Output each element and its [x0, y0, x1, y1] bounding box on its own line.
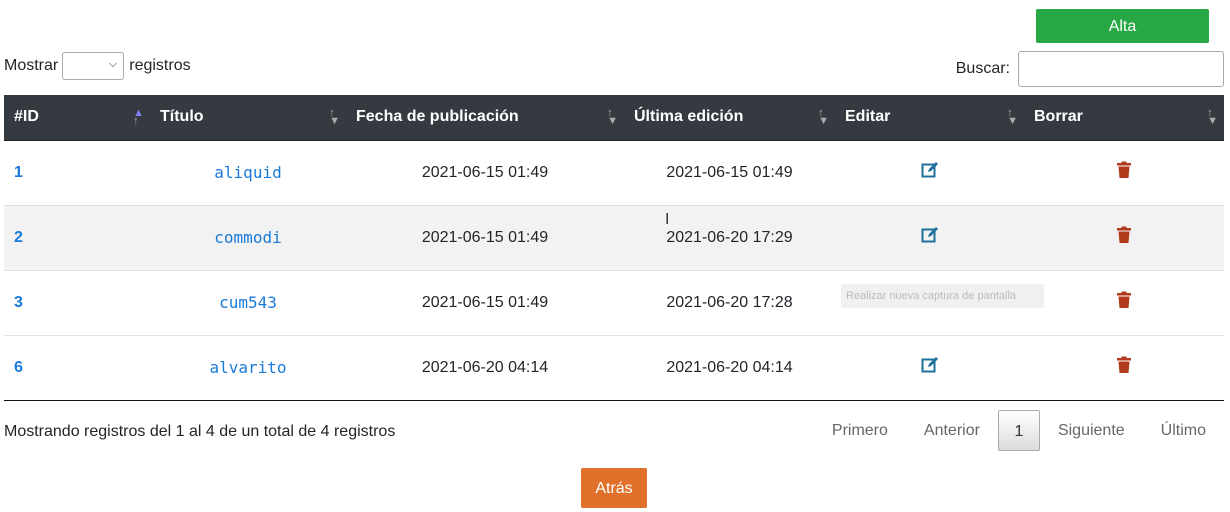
table-row: 2 commodi 2021-06-15 01:49 2021-06-20 17…: [4, 205, 1224, 270]
alta-button[interactable]: Alta: [1036, 9, 1209, 43]
pager-prev[interactable]: Anterior: [906, 410, 998, 451]
row-title-link[interactable]: commodi: [214, 228, 281, 247]
row-published: 2021-06-15 01:49: [421, 163, 549, 181]
length-suffix: registros: [129, 57, 191, 74]
sort-icon: ↑ ▼: [1007, 107, 1018, 127]
table-info: Mostrando registros del 1 al 4 de un tot…: [4, 423, 396, 440]
length-prefix: Mostrar: [4, 57, 59, 74]
sort-icon: ▲ ↑: [133, 107, 144, 127]
trash-icon[interactable]: [1115, 291, 1133, 309]
row-edited: 2021-06-15 01:49: [666, 163, 793, 181]
col-edited-header[interactable]: Última edición ↑ ▼: [624, 95, 835, 141]
row-published: 2021-06-15 01:49: [421, 293, 549, 311]
trash-icon[interactable]: [1115, 226, 1133, 244]
table-row: 6 alvarito 2021-06-20 04:14 2021-06-20 0…: [4, 335, 1224, 400]
length-control: Mostrar ⌵ registros: [4, 52, 191, 80]
text-cursor-icon: I: [665, 211, 670, 228]
sort-icon: ↑ ▼: [607, 107, 618, 127]
row-edited: 2021-06-20 04:14: [666, 358, 793, 376]
col-edit-header[interactable]: Editar ↑ ▼: [835, 95, 1024, 141]
pager-next[interactable]: Siguiente: [1040, 410, 1143, 451]
row-id-link[interactable]: 3: [14, 294, 23, 311]
col-id-header[interactable]: #ID ▲ ↑: [4, 95, 150, 141]
records-table: #ID ▲ ↑ Título ↑ ▼ Fecha de publicación ↑ ▼ Úl…: [4, 95, 1224, 401]
pager-last[interactable]: Último: [1143, 410, 1224, 451]
edit-icon[interactable]: [921, 161, 939, 179]
tooltip: Realizar nueva captura de pantalla: [841, 284, 1044, 308]
row-title-link[interactable]: cum543: [219, 293, 277, 312]
row-published: 2021-06-20 04:14: [421, 358, 549, 376]
row-published: 2021-06-15 01:49: [421, 228, 549, 246]
col-title-header[interactable]: Título ↑ ▼: [150, 95, 346, 141]
trash-icon[interactable]: [1115, 161, 1133, 179]
sort-icon: ↑ ▼: [329, 107, 340, 127]
row-title-link[interactable]: aliquid: [214, 163, 281, 182]
table-header-row: #ID ▲ ↑ Título ↑ ▼ Fecha de publicación ↑ ▼ Úl…: [4, 95, 1224, 141]
row-edited: 2021-06-20 17:29: [666, 228, 793, 246]
search-control: Buscar:: [956, 51, 1224, 87]
row-edited: 2021-06-20 17:28: [666, 293, 793, 311]
pager-first[interactable]: Primero: [814, 410, 906, 451]
edit-icon[interactable]: [921, 226, 939, 244]
length-select[interactable]: ⌵: [62, 52, 125, 80]
row-title-link[interactable]: alvarito: [209, 358, 286, 377]
edit-icon[interactable]: [921, 356, 939, 374]
pager-current[interactable]: 1: [997, 410, 1040, 451]
row-id-link[interactable]: 6: [14, 359, 23, 376]
table-row: 1 aliquid 2021-06-15 01:49 2021-06-15 01…: [4, 140, 1224, 205]
chevron-down-icon: ⌵: [108, 58, 118, 70]
search-label: Buscar:: [955, 60, 1010, 77]
sort-icon: ↑ ▼: [818, 107, 829, 127]
sort-icon: ↑ ▼: [1207, 107, 1218, 127]
col-published-header[interactable]: Fecha de publicación ↑ ▼: [346, 95, 624, 141]
back-button[interactable]: Atrás: [581, 468, 647, 508]
trash-icon[interactable]: [1115, 356, 1133, 374]
col-delete-header[interactable]: Borrar ↑ ▼: [1024, 95, 1224, 141]
row-id-link[interactable]: 1: [14, 164, 23, 181]
search-input[interactable]: [1018, 51, 1224, 87]
row-id-link[interactable]: 2: [14, 229, 23, 246]
pagination: Primero Anterior 1 Siguiente Último: [814, 410, 1224, 451]
